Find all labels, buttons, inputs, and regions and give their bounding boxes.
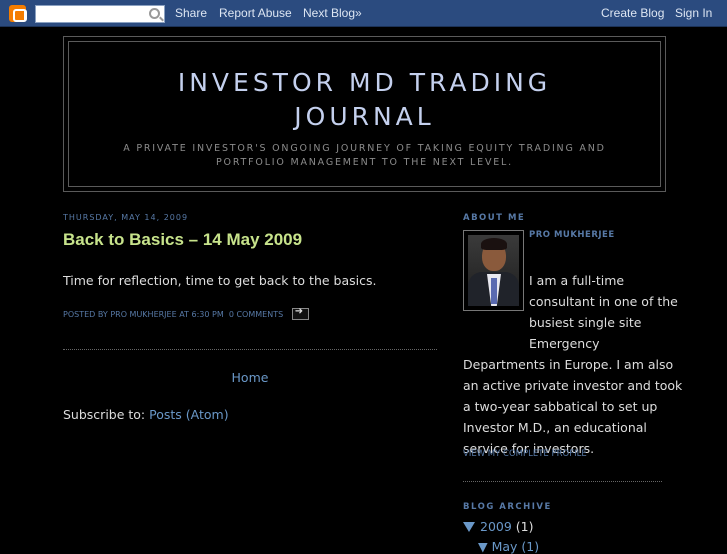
blog-title[interactable]: INVESTOR MD TRADING JOURNAL: [69, 66, 660, 134]
blogger-logo-icon[interactable]: [9, 5, 27, 22]
email-post-icon[interactable]: [291, 306, 309, 320]
archive-year-link[interactable]: 2009: [480, 519, 512, 534]
create-blog-link[interactable]: Create Blog: [601, 6, 664, 20]
view-complete-profile-link[interactable]: View my complete profile: [463, 449, 587, 459]
profile-name-link[interactable]: Pro Mukherjee: [529, 230, 615, 240]
profile-line: Departments in Europe. I am also: [463, 357, 674, 372]
about-me-heading: About Me: [463, 213, 526, 223]
post-body: Time for reflection, time to get back to…: [63, 273, 377, 288]
archive-month-link[interactable]: ▼ May (1): [478, 539, 539, 554]
sidebar-separator: [463, 481, 662, 482]
search-input[interactable]: [35, 5, 165, 23]
profile-line: consultant in one of the: [529, 294, 678, 309]
report-abuse-link[interactable]: Report Abuse: [219, 6, 292, 20]
profile-line: Emergency: [529, 336, 600, 351]
sign-in-link[interactable]: Sign In: [675, 6, 712, 20]
blog-header: INVESTOR MD TRADING JOURNAL A PRIVATE IN…: [63, 36, 666, 192]
subscribe-line: Subscribe to: Posts (Atom): [63, 407, 229, 422]
posted-by-label: Posted by: [63, 310, 108, 319]
post-date: Thursday, May 14, 2009: [63, 213, 189, 222]
profile-line: Investor M.D., an educational: [463, 420, 647, 435]
blog-header-inner: INVESTOR MD TRADING JOURNAL A PRIVATE IN…: [68, 41, 661, 187]
collapse-toggle-icon[interactable]: [463, 522, 475, 532]
post-title[interactable]: Back to Basics – 14 May 2009: [63, 230, 302, 250]
profile-line: an active private investor and took: [463, 378, 683, 393]
profile-line: I am a full-time: [529, 273, 625, 288]
post-separator: [63, 349, 437, 350]
post-timestamp-link[interactable]: 6:30 PM: [192, 310, 224, 319]
post-footer: Posted by Pro Mukherjee at 6:30 PM 0 com…: [63, 306, 309, 320]
profile-line: busiest single site: [529, 315, 642, 330]
blog-description: A PRIVATE INVESTOR'S ONGOING JOURNEY OF …: [123, 143, 606, 168]
subscribe-posts-link[interactable]: Posts (Atom): [149, 407, 228, 422]
post-author: Pro Mukherjee: [110, 310, 177, 319]
profile-line: a two-year sabbatical to set up: [463, 399, 658, 414]
subscribe-label: Subscribe to:: [63, 407, 146, 422]
profile-description: I am a full-time consultant in one of th…: [463, 270, 683, 459]
post-comments-link[interactable]: 0 comments: [229, 310, 283, 319]
archive-year-count: (1): [515, 519, 534, 534]
post-at-label: at: [179, 310, 189, 319]
blog-archive-heading: Blog Archive: [463, 502, 552, 512]
home-link[interactable]: Home: [63, 370, 437, 385]
archive-year-row: 2009 (1): [463, 519, 534, 534]
next-blog-link[interactable]: Next Blog»: [303, 6, 362, 20]
share-link[interactable]: Share: [175, 6, 207, 20]
blogger-navbar: Share Report Abuse Next Blog» Create Blo…: [0, 0, 727, 27]
search-icon[interactable]: [149, 8, 160, 19]
